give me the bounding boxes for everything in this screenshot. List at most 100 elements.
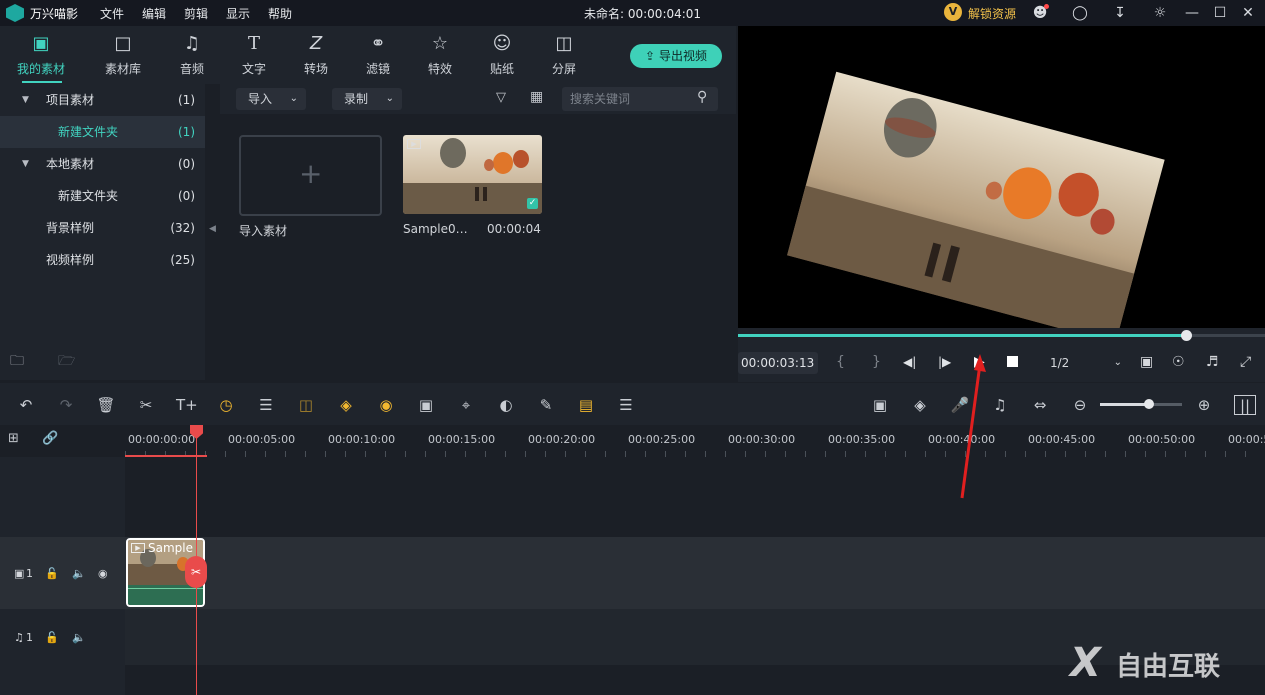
quality-dropdown[interactable]: 1/2 ⌄ bbox=[1038, 352, 1124, 374]
tree-item-local-media[interactable]: ▼ 本地素材 (0) bbox=[0, 148, 205, 180]
tab-filter[interactable]: ⚭ 滤镜 bbox=[351, 32, 405, 80]
lock-icon[interactable]: 🔓 bbox=[45, 631, 59, 644]
mark-in-icon[interactable]: { bbox=[836, 354, 845, 370]
search-icon[interactable]: ⚲ bbox=[697, 89, 707, 105]
keyframe-icon[interactable]: ◈ bbox=[336, 395, 356, 415]
export-video-button[interactable]: ⇪ 导出视频 bbox=[630, 44, 722, 68]
split-clip-scissors-icon[interactable]: ✂ bbox=[185, 556, 207, 588]
menu-edit[interactable]: 编辑 bbox=[142, 5, 166, 22]
expand-arrow-icon[interactable]: ▼ bbox=[22, 148, 29, 180]
tab-split-screen[interactable]: ◫ 分屏 bbox=[537, 32, 591, 80]
tab-effects[interactable]: ☆ 特效 bbox=[413, 32, 467, 80]
tree-item-new-folder-local[interactable]: 新建文件夹 (0) bbox=[0, 180, 205, 212]
timeline-ruler[interactable]: ⊞ 🔗 00:00:00:00 00:00:05:00 00:00:10:00 00:… bbox=[0, 425, 1265, 457]
annotation-arrow bbox=[960, 354, 986, 499]
tree-count: (0) bbox=[178, 189, 195, 203]
mute-speaker-icon[interactable]: 🔈 bbox=[72, 567, 86, 580]
grid-view-icon[interactable]: ▦ bbox=[530, 89, 543, 105]
menu-clip[interactable]: 剪辑 bbox=[184, 5, 208, 22]
add-text-icon[interactable]: T+ bbox=[176, 395, 198, 415]
crop-icon[interactable]: ⌖ bbox=[456, 395, 476, 415]
record-dropdown[interactable]: 录制 ⌄ bbox=[332, 88, 402, 110]
zoom-slider-thumb[interactable] bbox=[1144, 399, 1155, 409]
clip-thumbnail-image bbox=[403, 135, 542, 214]
tree-item-video-samples[interactable]: 视频样例 (25) bbox=[0, 244, 205, 276]
unlock-resources-link[interactable]: 解锁资源 bbox=[968, 5, 1016, 22]
smart-crop-icon[interactable]: ▣ bbox=[416, 395, 436, 415]
tree-item-project-media[interactable]: ▼ 项目素材 (1) bbox=[0, 84, 205, 116]
minimize-icon[interactable]: — bbox=[1182, 3, 1202, 23]
delete-folder-icon[interactable]: 🗁 bbox=[58, 350, 75, 374]
render-preview-icon[interactable]: ▣ bbox=[870, 395, 890, 415]
tab-transition[interactable]: Z 转场 bbox=[289, 32, 343, 80]
menu-view[interactable]: 显示 bbox=[226, 5, 250, 22]
playback-scrubber[interactable] bbox=[1180, 330, 1192, 341]
tab-audio[interactable]: ♫ 音频 bbox=[165, 32, 219, 80]
volume-icon[interactable]: ♬ bbox=[1206, 354, 1219, 370]
tab-label: 我的素材 bbox=[16, 62, 65, 76]
app-logo-icon bbox=[6, 4, 24, 22]
link-icon[interactable]: 🔗 bbox=[42, 431, 58, 446]
maximize-icon[interactable]: ☐ bbox=[1210, 3, 1230, 23]
stop-icon[interactable] bbox=[1007, 356, 1018, 367]
new-folder-icon[interactable]: 🗀 bbox=[10, 350, 24, 374]
color-picker-icon[interactable]: ✎ bbox=[536, 395, 556, 415]
download-icon[interactable]: ↧ bbox=[1110, 3, 1130, 23]
tab-sticker[interactable]: ☺ 贴纸 bbox=[475, 32, 529, 80]
search-input[interactable]: 搜索关键词 bbox=[562, 87, 718, 111]
vip-icon: V bbox=[944, 3, 962, 21]
tts-icon[interactable]: ◫ bbox=[296, 395, 316, 415]
redo-icon[interactable]: ↷ bbox=[56, 395, 76, 415]
menu-file[interactable]: 文件 bbox=[100, 5, 124, 22]
close-icon[interactable]: ✕ bbox=[1238, 3, 1258, 23]
display-settings-icon[interactable]: ▣ bbox=[1140, 354, 1153, 370]
zoom-in-icon[interactable]: ⊕ bbox=[1194, 395, 1214, 415]
mute-speaker-icon[interactable]: 🔈 bbox=[72, 631, 86, 644]
tab-my-media[interactable]: ▣ 我的素材 bbox=[14, 32, 68, 83]
video-track-lane[interactable] bbox=[125, 537, 1265, 609]
watermark: X 自由互联 bbox=[1070, 640, 1260, 690]
feedback-icon[interactable]: ◯ bbox=[1070, 3, 1090, 23]
filter-funnel-icon[interactable]: ▽ bbox=[496, 90, 506, 105]
step-back-icon[interactable]: ◀| bbox=[903, 355, 916, 369]
sidebar-splitter[interactable]: ◀ bbox=[205, 84, 220, 380]
lock-icon[interactable]: 🔓 bbox=[45, 567, 59, 580]
zoom-out-icon[interactable]: ⊖ bbox=[1070, 395, 1090, 415]
marker-shield-icon[interactable]: ◈ bbox=[910, 395, 930, 415]
tab-text[interactable]: T 文字 bbox=[227, 32, 281, 80]
cut-scissors-icon[interactable]: ✂ bbox=[136, 395, 156, 415]
adjust-sliders-icon[interactable]: ☰ bbox=[616, 395, 636, 415]
audio-track-number: 1 bbox=[26, 631, 33, 644]
undo-icon[interactable]: ↶ bbox=[16, 395, 36, 415]
tab-stock-library[interactable]: □ 素材库 bbox=[96, 32, 150, 80]
video-track-header: ▣ 1 🔓 🔈 ◉ bbox=[0, 537, 125, 609]
timecode-display[interactable]: 00:00:03:13 bbox=[738, 352, 818, 374]
support-icon[interactable]: ☼ bbox=[1150, 3, 1170, 23]
audio-waveform-icon[interactable]: ☰ bbox=[256, 395, 276, 415]
speed-ramp-icon[interactable]: ◷ bbox=[216, 395, 236, 415]
tree-item-new-folder-project[interactable]: 新建文件夹 (1) bbox=[0, 116, 205, 148]
green-screen-icon[interactable]: ▤ bbox=[576, 395, 596, 415]
chevron-down-icon: ⌄ bbox=[1113, 357, 1122, 368]
add-track-icon[interactable]: ⊞ bbox=[8, 431, 19, 446]
media-clip-thumbnail[interactable]: ▶ ✓ bbox=[403, 135, 542, 214]
import-dropdown[interactable]: 导入 ⌄ bbox=[236, 88, 306, 110]
fullscreen-icon[interactable]: ⤢ bbox=[1240, 354, 1251, 370]
speed-gauge-icon[interactable]: ◐ bbox=[496, 395, 516, 415]
expand-arrow-icon[interactable]: ▼ bbox=[22, 84, 29, 116]
menu-help[interactable]: 帮助 bbox=[268, 5, 292, 22]
color-palette-icon[interactable]: ◉ bbox=[376, 395, 396, 415]
empty-track-area bbox=[125, 457, 1265, 537]
mark-out-icon[interactable]: } bbox=[872, 354, 881, 370]
fit-timeline-icon[interactable]: ⇔ bbox=[1030, 395, 1050, 415]
import-media-tile[interactable]: + bbox=[239, 135, 382, 216]
layout-toggle-icon[interactable]: || bbox=[1234, 395, 1256, 415]
tree-label: 新建文件夹 bbox=[58, 125, 119, 139]
audio-mixer-icon[interactable]: ♫ bbox=[990, 395, 1010, 415]
collapse-arrow-icon[interactable]: ◀ bbox=[209, 224, 216, 234]
snapshot-camera-icon[interactable]: ☉ bbox=[1172, 354, 1185, 370]
visibility-eye-icon[interactable]: ◉ bbox=[98, 567, 108, 580]
tree-item-background-samples[interactable]: 背景样例 (32) bbox=[0, 212, 205, 244]
delete-icon[interactable]: 🗑 bbox=[96, 395, 116, 415]
timeline-toolbar: ↶ ↷ 🗑 ✂ T+ ◷ ☰ ◫ ◈ ◉ ▣ ⌖ ◐ ✎ ▤ ☰ ▣ ◈ 🎤 ♫… bbox=[0, 383, 1265, 425]
